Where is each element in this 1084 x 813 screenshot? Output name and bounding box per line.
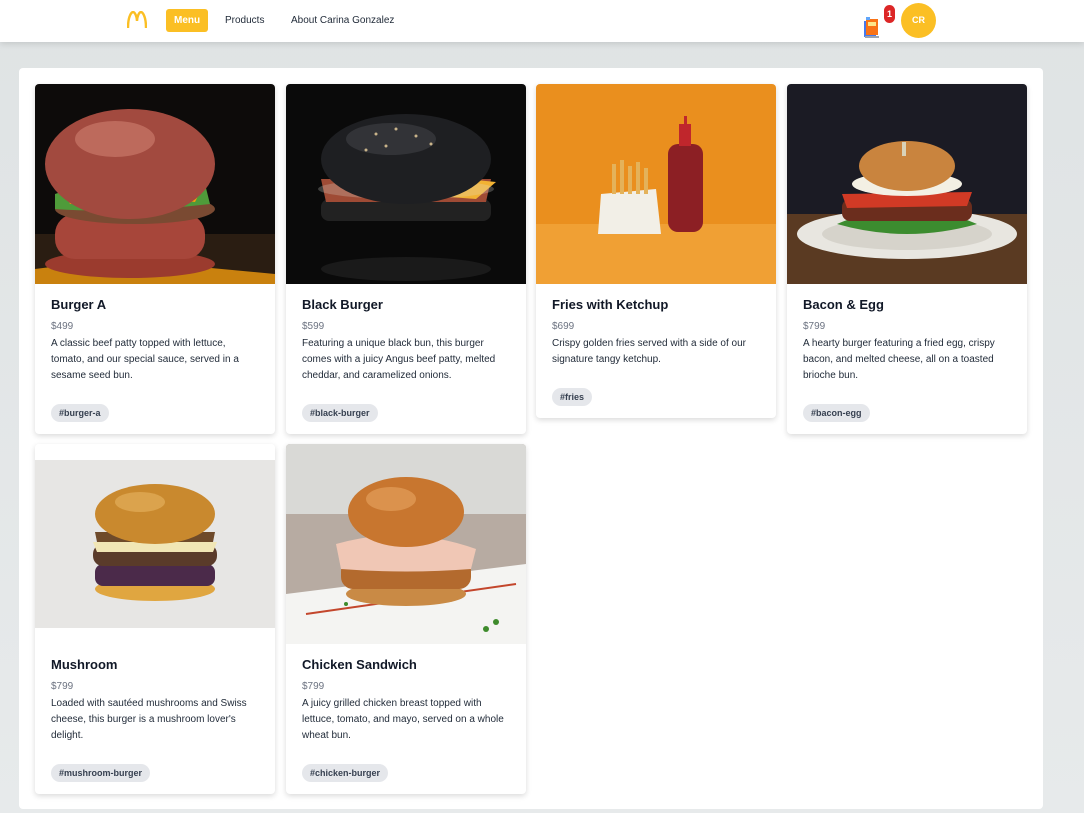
product-card[interactable]: Chicken Sandwich $799 A juicy grilled ch… [286,444,526,794]
product-image-black-burger [286,84,526,284]
product-description: Crispy golden fries served with a side o… [552,338,746,365]
product-price: $699 [552,321,575,332]
product-image-bacon-egg [787,84,1027,284]
product-tag[interactable]: #bacon-egg [803,404,870,422]
top-navbar: Menu Products About Carina Gonzalez 1 CR [0,0,1084,42]
product-description: Loaded with sautéed mushrooms and Swiss … [51,698,247,741]
product-tag[interactable]: #burger-a [51,404,109,422]
product-card[interactable]: Black Burger $599 Featuring a unique bla… [286,84,526,434]
product-description: A juicy grilled chicken breast topped wi… [302,698,504,741]
product-card[interactable]: Burger A $499 A classic beef patty toppe… [35,84,275,434]
product-description: A hearty burger featuring a fried egg, c… [803,338,995,381]
product-image-chicken-sandwich [286,444,526,644]
product-card[interactable]: Mushroom $799 Loaded with sautéed mushro… [35,444,275,794]
product-grid-panel: Burger A $499 A classic beef patty toppe… [19,68,1043,809]
cart-count-badge: 1 [884,5,895,23]
product-price: $799 [51,681,74,692]
product-title: Bacon & Egg [803,297,884,312]
nav-about-tab[interactable]: About Carina Gonzalez [283,9,402,32]
product-description: Featuring a unique black bun, this burge… [302,338,496,381]
user-avatar[interactable]: CR [901,3,936,38]
product-title: Black Burger [302,297,383,312]
product-image-burger-a [35,84,275,284]
product-card[interactable]: Bacon & Egg $799 A hearty burger featuri… [787,84,1027,434]
product-tag[interactable]: #fries [552,388,593,406]
product-price: $799 [803,321,826,332]
product-card[interactable]: Fries with Ketchup $699 Crispy golden fr… [536,84,776,418]
product-image-mushroom [35,444,275,644]
product-title: Fries with Ketchup [552,297,669,312]
product-title: Mushroom [51,657,118,672]
product-tag[interactable]: #mushroom-burger [51,764,151,782]
mcdonalds-arches-icon[interactable] [127,11,147,29]
nav-products-tab[interactable]: Products [217,9,272,32]
product-tag[interactable]: #black-burger [302,404,378,422]
product-price: $499 [51,321,74,332]
product-title: Chicken Sandwich [302,657,417,672]
product-image-fries [536,84,776,284]
shopping-bag-icon[interactable] [860,12,884,40]
product-price: $599 [302,321,325,332]
product-description: A classic beef patty topped with lettuce… [51,338,239,381]
product-tag[interactable]: #chicken-burger [302,764,389,782]
product-price: $799 [302,681,325,692]
nav-menu-tab[interactable]: Menu [166,9,209,32]
product-title: Burger A [51,297,107,312]
